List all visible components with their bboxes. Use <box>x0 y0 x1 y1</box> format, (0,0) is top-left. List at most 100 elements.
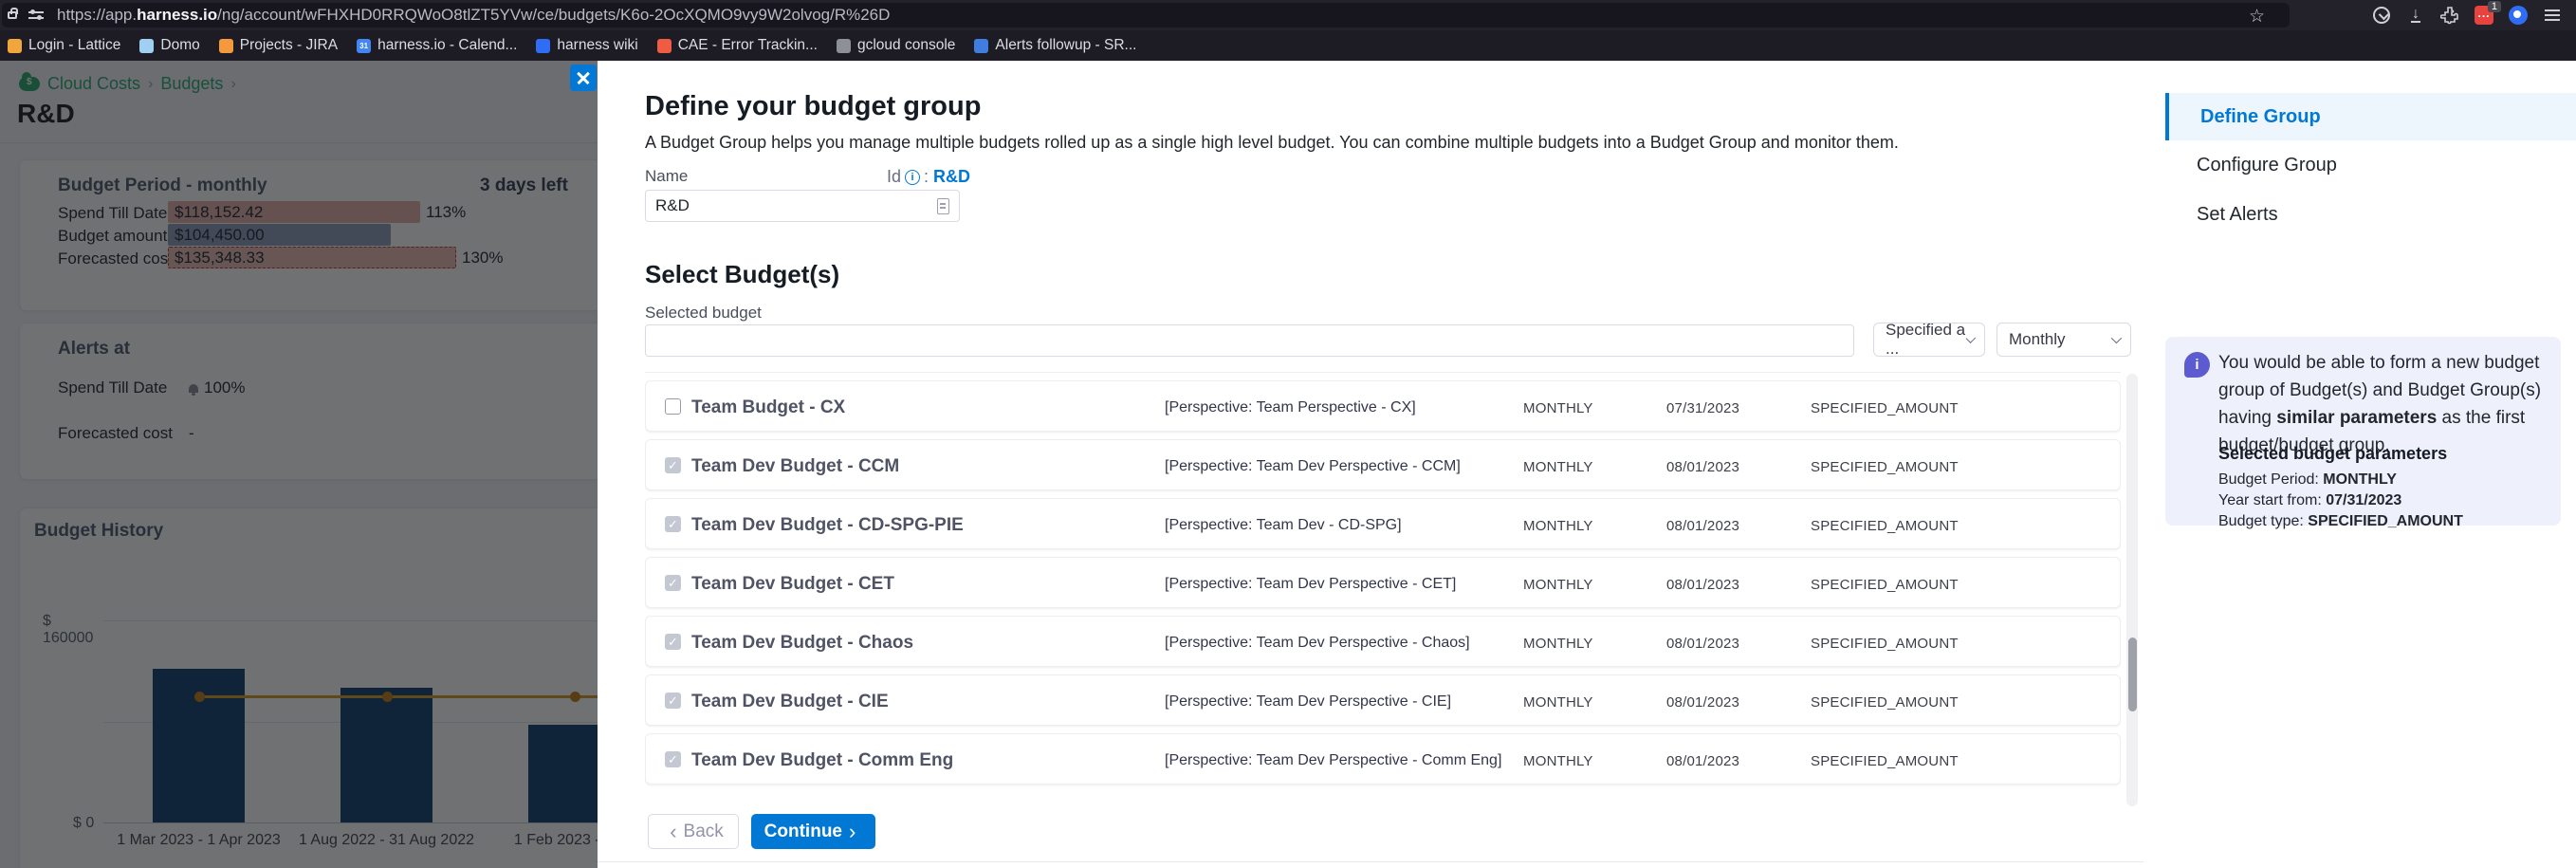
bookmark-item[interactable]: Projects - JIRA <box>219 37 338 54</box>
tracking-protection-icon[interactable] <box>28 9 44 21</box>
budget-row[interactable]: ✓ Team Dev Budget - CET [Perspective: Te… <box>645 557 2121 608</box>
budget-name: Team Budget - CX <box>691 397 845 418</box>
bookmark-favicon <box>219 39 233 53</box>
budget-row[interactable]: ✓ Team Dev Budget - CCM [Perspective: Te… <box>645 439 2121 490</box>
budget-row[interactable]: ✓ Team Dev Budget - Comm Eng [Perspectiv… <box>645 733 2121 785</box>
budget-date: 08/01/2023 <box>1666 636 1739 652</box>
budget-perspective: [Perspective: Team Dev Perspective - CIE… <box>1165 693 1451 711</box>
budget-date: 08/01/2023 <box>1666 753 1739 769</box>
chevron-down-icon <box>1966 333 1976 342</box>
budget-date: 08/01/2023 <box>1666 459 1739 475</box>
bookmark-favicon <box>536 39 550 53</box>
bookmark-label: Domo <box>160 37 199 54</box>
budget-type: SPECIFIED_AMOUNT <box>1811 518 1959 534</box>
download-icon[interactable]: ↓ <box>2405 5 2426 26</box>
row-checkbox[interactable]: ✓ <box>665 693 681 709</box>
budget-cadence: MONTHLY <box>1523 577 1593 593</box>
bookmark-star-icon[interactable]: ☆ <box>2249 6 2265 28</box>
budget-type: SPECIFIED_AMOUNT <box>1811 636 1959 652</box>
budget-name: Team Dev Budget - CD-SPG-PIE <box>691 515 964 536</box>
bookmark-item[interactable]: harness wiki <box>536 37 637 54</box>
blue-extension-icon[interactable] <box>2508 5 2529 26</box>
budget-name: Team Dev Budget - Comm Eng <box>691 750 953 771</box>
bookmark-favicon <box>8 39 22 53</box>
info-bubble-icon: i <box>2184 352 2210 378</box>
bookmark-item[interactable]: Alerts followup - SR... <box>974 37 1136 54</box>
bookmark-item[interactable]: gcloud console <box>837 37 955 54</box>
bookmark-item[interactable]: Domo <box>139 37 199 54</box>
modal-description: A Budget Group helps you manage multiple… <box>645 133 1899 153</box>
budget-group-modal: Define your budget group A Budget Group … <box>598 61 2576 868</box>
bookmark-item[interactable]: 31harness.io - Calend... <box>357 37 517 54</box>
edit-icon[interactable] <box>937 198 949 214</box>
selected-budget-input[interactable] <box>645 324 1854 357</box>
budget-row[interactable]: ✓ Team Dev Budget - CD-SPG-PIE [Perspect… <box>645 498 2121 549</box>
row-checkbox[interactable]: ✓ <box>665 575 681 591</box>
budget-cadence: MONTHLY <box>1523 694 1593 711</box>
budget-parameter: Year start from: 07/31/2023 <box>2218 490 2463 511</box>
row-checkbox[interactable] <box>665 398 681 415</box>
budget-date: 07/31/2023 <box>1666 400 1739 416</box>
info-icon[interactable]: i <box>905 170 920 185</box>
budget-perspective: [Perspective: Team Dev Perspective - CCM… <box>1165 458 1461 475</box>
budget-cadence: MONTHLY <box>1523 400 1593 416</box>
id-row: Id i : R&D <box>887 167 970 187</box>
name-label: Name <box>645 167 688 186</box>
budget-row[interactable]: Team Budget - CX [Perspective: Team Pers… <box>645 380 2121 432</box>
bookmark-label: Alerts followup - SR... <box>995 37 1136 54</box>
row-checkbox[interactable]: ✓ <box>665 516 681 532</box>
stepper-item-set-alerts[interactable]: Set Alerts <box>2165 204 2576 226</box>
menu-icon[interactable] <box>2542 5 2563 26</box>
bookmark-favicon <box>657 39 672 53</box>
row-checkbox[interactable]: ✓ <box>665 457 681 473</box>
budget-type-dropdown[interactable]: Specified a ... <box>1873 323 1985 357</box>
period-dropdown[interactable]: Monthly <box>1996 323 2131 357</box>
budget-date: 08/01/2023 <box>1666 694 1739 711</box>
budget-row[interactable]: ✓ Team Dev Budget - Chaos [Perspective: … <box>645 616 2121 667</box>
chevron-down-icon <box>2111 333 2122 343</box>
budget-perspective: [Perspective: Team Perspective - CX] <box>1165 399 1416 416</box>
row-checkbox[interactable]: ✓ <box>665 751 681 767</box>
url-field[interactable]: https://app.harness.io/ng/account/wFHXHD… <box>2 3 2290 28</box>
extensions-puzzle-icon[interactable] <box>2439 5 2460 26</box>
browser-url-bar: https://app.harness.io/ng/account/wFHXHD… <box>0 0 2576 30</box>
back-button[interactable]: ‹Back <box>648 814 739 849</box>
budget-type: SPECIFIED_AMOUNT <box>1811 459 1959 475</box>
bookmarks-bar: Login - LatticeDomoProjects - JIRA31harn… <box>0 30 2576 61</box>
scrollbar-thumb[interactable] <box>2128 637 2137 711</box>
name-input[interactable] <box>645 190 960 222</box>
pocket-icon[interactable] <box>2371 5 2392 26</box>
bookmark-label: CAE - Error Trackin... <box>678 37 818 54</box>
bookmark-item[interactable]: CAE - Error Trackin... <box>657 37 818 54</box>
password-extension-icon[interactable]: ...1 <box>2474 5 2494 26</box>
extension-badge: 1 <box>2488 1 2501 12</box>
continue-button[interactable]: Continue› <box>751 814 875 849</box>
budget-type: SPECIFIED_AMOUNT <box>1811 577 1959 593</box>
budget-parameter: Budget Period: MONTHLY <box>2218 470 2463 490</box>
bookmark-favicon <box>139 39 154 53</box>
budget-cadence: MONTHLY <box>1523 753 1593 769</box>
budget-type: SPECIFIED_AMOUNT <box>1811 694 1959 711</box>
selected-budget-parameters: Selected budget parameters Budget Period… <box>2218 443 2463 532</box>
id-value-link[interactable]: R&D <box>933 167 970 187</box>
row-checkbox[interactable]: ✓ <box>665 634 681 650</box>
modal-title: Define your budget group <box>645 91 981 122</box>
budget-name: Team Dev Budget - CCM <box>691 456 899 477</box>
bookmark-item[interactable]: Login - Lattice <box>8 37 120 54</box>
budget-row[interactable]: ✓ Team Dev Budget - CIE [Perspective: Te… <box>645 674 2121 726</box>
list-scrollbar <box>2126 374 2138 806</box>
close-icon[interactable] <box>570 65 597 91</box>
bookmark-favicon: 31 <box>357 39 371 53</box>
lock-icon <box>8 11 17 19</box>
bookmark-label: gcloud console <box>857 37 955 54</box>
stepper-item-define-group[interactable]: Define Group <box>2165 93 2576 140</box>
budget-cadence: MONTHLY <box>1523 459 1593 475</box>
budget-type: SPECIFIED_AMOUNT <box>1811 400 1959 416</box>
budget-list: Team Budget - CX [Perspective: Team Pers… <box>645 372 2121 806</box>
budget-perspective: [Perspective: Team Dev - CD-SPG] <box>1165 517 1402 534</box>
stepper-item-configure-group[interactable]: Configure Group <box>2165 155 2576 176</box>
url-text[interactable]: https://app.harness.io/ng/account/wFHXHD… <box>57 6 890 25</box>
budget-parameter: Budget type: SPECIFIED_AMOUNT <box>2218 511 2463 532</box>
budget-cadence: MONTHLY <box>1523 636 1593 652</box>
budget-date: 08/01/2023 <box>1666 577 1739 593</box>
